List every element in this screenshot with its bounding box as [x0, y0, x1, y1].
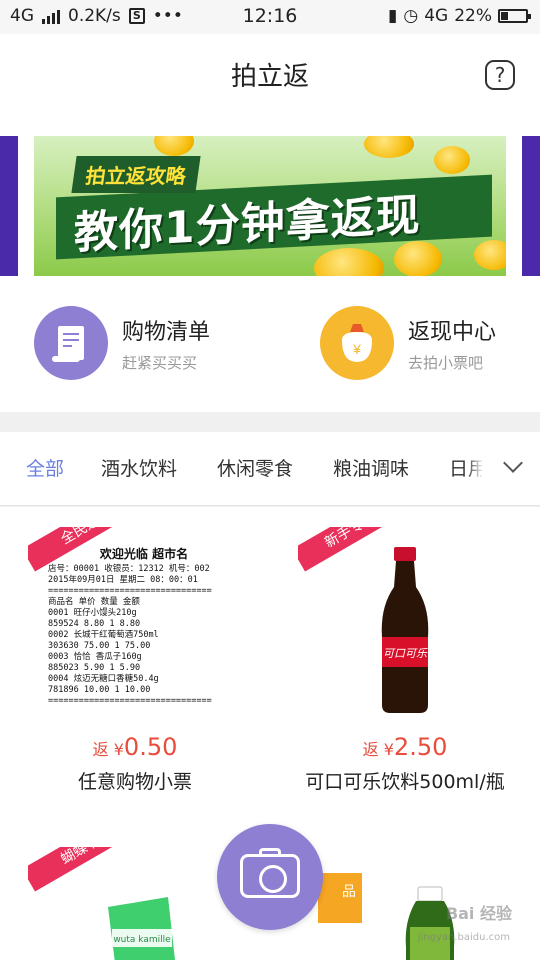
receipt-columns: 商品名 单价 数量 金额 [48, 597, 140, 607]
receipt-image: 欢迎光临 超市名 店号：00001 收银员：12312 机号：002 2015年… [48, 547, 240, 725]
tab-grain-oil[interactable]: 粮油调味 [333, 454, 409, 481]
currency-symbol: ¥ [383, 740, 394, 759]
banner-carousel[interactable]: 拍立返攻略 教你1分钟拿返现 [0, 114, 540, 292]
cashback-center-entry[interactable]: ¥ 返现中心 去拍小票吧 [320, 306, 530, 386]
shopping-list-icon [34, 306, 108, 380]
receipt-row: 303630 75.00 1 75.00 [48, 641, 151, 651]
category-tabs: 全部 酒水饮料 休闲零食 粮油调味 日用 [0, 432, 540, 506]
coin-graphic [434, 146, 470, 174]
coin-graphic [154, 136, 194, 156]
camera-icon [240, 848, 300, 898]
shopping-list-subtitle: 赶紧买买买 [122, 354, 198, 372]
product-image: 可口可乐 新手专享 [298, 527, 512, 727]
receipt-header: 欢迎光临 超市名 [99, 547, 189, 561]
app-header: 拍立返 ? [0, 34, 540, 114]
receipt-row: 885023 5.90 1 5.90 [48, 663, 141, 673]
product-image: 欢迎光临 超市名 店号：00001 收银员：12312 机号：002 2015年… [28, 527, 242, 727]
watermark-url: jingyan.baidu.com [417, 932, 510, 943]
svg-text:¥: ¥ [352, 341, 361, 357]
next-slide-peek [522, 136, 540, 276]
receipt-row: 859524 8.80 1 8.80 [48, 619, 141, 629]
receipt-line: 2015年09月01日 星期二 08：00：01 [48, 575, 198, 585]
shopping-list-entry[interactable]: 购物清单 赶紧买买买 [34, 306, 264, 386]
receipt-separator: ================================ [48, 586, 212, 596]
camera-button[interactable] [217, 824, 323, 930]
receipt-row: 0003 恰恰 香瓜子160g [48, 652, 142, 662]
receipt-row: 0004 炫迈无糖口香糖50.4g [48, 674, 159, 684]
cashback-center-title: 返现中心 [408, 320, 497, 345]
bottle-label: 可口可乐 [383, 647, 428, 660]
coin-graphic [474, 240, 506, 270]
receipt-row: 0001 旺仔小馒头210g [48, 608, 137, 618]
prev-slide-peek [0, 136, 18, 276]
product-card[interactable]: 欢迎光临 超市名 店号：00001 收银员：12312 机号：002 2015年… [0, 507, 270, 827]
product-name: 任意购物小票 [77, 771, 192, 793]
cashback-prefix: 返 [362, 740, 379, 759]
tab-all[interactable]: 全部 [26, 454, 64, 481]
shopping-list-title: 购物清单 [122, 320, 211, 345]
battery-icon [498, 9, 531, 23]
product-card[interactable]: 可口可乐 新手专享 返 ¥2.50 可口可乐饮料500ml/瓶 [270, 507, 540, 827]
cashback-amount: 2.50 [393, 733, 448, 761]
lock-icon: ▮ [388, 6, 398, 26]
coin-graphic [364, 136, 414, 158]
coin-graphic [314, 248, 384, 276]
coin-graphic [394, 241, 442, 276]
banner-slide[interactable]: 拍立返攻略 教你1分钟拿返现 [34, 136, 506, 276]
receipt-row: 781896 10.00 1 10.00 [48, 685, 151, 695]
help-button[interactable]: ? [485, 60, 515, 90]
alarm-icon: ◷ [403, 6, 419, 26]
network-type-right: 4G [424, 6, 449, 26]
cashback-price: 返 ¥0.50 [0, 733, 270, 761]
cashback-amount: 0.50 [123, 733, 178, 761]
banner-tag: 拍立返攻略 [71, 156, 201, 193]
status-bar: 4G 0.2K/s S ••• 12:16 ▮ ◷ 4G 22% [0, 0, 540, 34]
currency-symbol: ¥ [113, 740, 124, 759]
page-title: 拍立返 [230, 62, 309, 92]
receipt-row: 0002 长城干红葡萄酒750ml [48, 630, 159, 640]
tab-drinks[interactable]: 酒水饮料 [101, 454, 177, 481]
quick-entry-bar: 购物清单 赶紧买买买 ¥ 返现中心 去拍小票吧 [0, 292, 540, 412]
tab-snacks[interactable]: 休闲零食 [217, 454, 293, 481]
cashback-bag-icon: ¥ [320, 306, 394, 380]
receipt-separator: ================================ [48, 696, 212, 706]
cashback-center-subtitle: 去拍小票吧 [408, 354, 484, 372]
product-image: wuta kamille 蝴蝶节 [28, 847, 242, 960]
receipt-line: 店号：00001 收银员：12312 机号：002 [48, 564, 210, 574]
tube-label: wuta kamille [113, 935, 171, 945]
cashback-price: 返 ¥2.50 [270, 733, 540, 761]
watermark: Bai 经验 [445, 904, 512, 923]
battery-percent: 22% [454, 6, 492, 26]
product-name: 可口可乐饮料500ml/瓶 [305, 771, 505, 793]
cashback-prefix: 返 [92, 740, 109, 759]
